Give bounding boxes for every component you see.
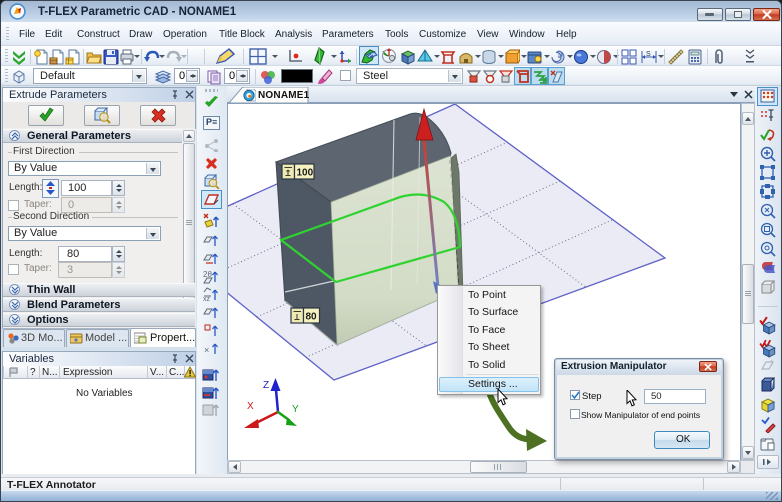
svg-text:xz: xz (203, 296, 211, 303)
svg-text:80: 80 (306, 312, 318, 323)
svg-text:Y: Y (292, 404, 299, 415)
svg-text:Z: Z (263, 380, 269, 391)
svg-text:×: × (204, 345, 209, 355)
svg-text:X: X (247, 401, 254, 412)
svg-text:100: 100 (297, 168, 314, 179)
svg-text:S: S (646, 51, 651, 58)
